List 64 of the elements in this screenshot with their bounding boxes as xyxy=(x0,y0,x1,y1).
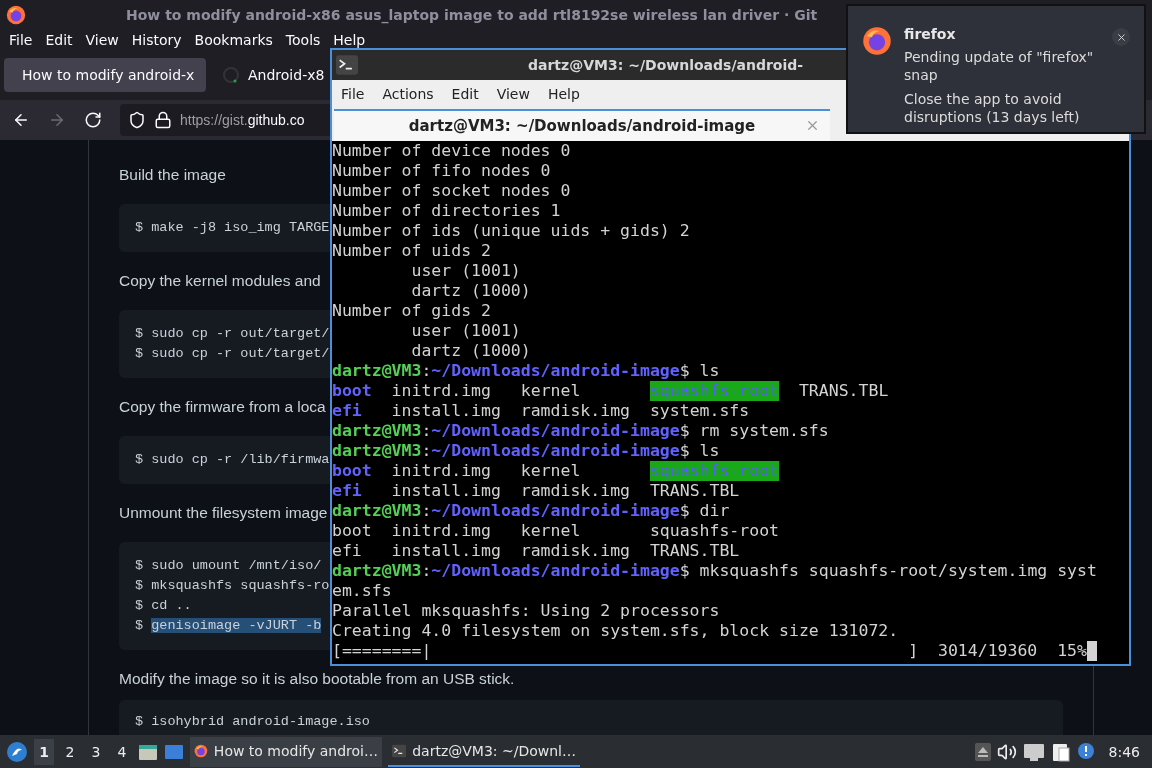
update-icon[interactable] xyxy=(1076,741,1097,762)
menu-item[interactable]: File xyxy=(336,86,370,101)
menu-item[interactable]: Edit xyxy=(40,33,78,47)
code-line: $ isohybrid android-image.iso xyxy=(135,713,370,731)
code-line: $ mksquashfs squashfs-ro xyxy=(135,577,330,595)
clock: 8:46 xyxy=(1108,743,1140,760)
terminal-icon xyxy=(392,742,407,759)
loading-icon xyxy=(222,66,240,84)
paragraph: Unmount the filesystem image xyxy=(119,503,328,523)
code-line: $ genisoimage -vJURT -b xyxy=(135,617,322,635)
notification-title: firefox xyxy=(904,26,957,42)
firefox-icon xyxy=(6,5,26,25)
menu-item[interactable]: View xyxy=(80,33,124,47)
close-icon xyxy=(1115,31,1127,43)
taskbar-item[interactable]: How to modify androi… xyxy=(190,736,382,767)
code-line: $ sudo umount /mnt/iso/ xyxy=(135,557,322,575)
close-icon[interactable] xyxy=(805,118,820,133)
paragraph: Build the image xyxy=(119,165,226,185)
shield-icon xyxy=(128,111,146,129)
taskbar-item[interactable]: dartz@VM3: ~/Downl… xyxy=(388,736,580,767)
desktop-icon[interactable] xyxy=(164,742,184,761)
code-line: $ make -j8 iso_img TARGE xyxy=(135,219,330,237)
terminal-output: Number of device nodes 0 Number of fifo nodes 0 Number of socket nodes 0 Number of directories 1 Number of ids (unique uids + gids) 2 Number of uids 2 user (1001) dartz (1000) Number of gids 2 user (1001) dartz (1000) dartz@VM3:~/Downloads/android-image$ ls boot initrd.img kernel squashfs-root TRANS.TBL efi install.img ramdisk.img system.sfs dartz@VM3:~/Downloads/android-image$ rm system.sfs dartz@VM3:~/Downloads/android-image$ ls boot initrd.img kernel squashfs-root efi install.img ramdisk.img TRANS.TBL dartz@VM3:~/Downloads/android-image$ dir boot initrd.img kernel squashfs-root efi install.img ramdisk.img TRANS.TBL dartz@VM3:~/Downloads/android-image$ mksquashfs squashfs-root/system.img syst em.sfs Parallel mksquashfs: Using 2 processors Creating 4.0 filesystem on system.sfs, block size 131072. [========| ] 3014/19360 15% xyxy=(332,141,1098,663)
menu-item[interactable]: History xyxy=(126,33,187,47)
reload-icon[interactable] xyxy=(84,111,102,129)
paragraph: Copy the firmware from a loca xyxy=(119,397,326,417)
cursor-icon xyxy=(1087,641,1097,661)
terminal-icon xyxy=(336,55,358,75)
network-icon[interactable] xyxy=(1022,742,1045,761)
notification-body: Close the app to avoid disruptions (13 days left) xyxy=(904,90,1081,126)
file-manager-icon[interactable] xyxy=(138,742,158,761)
forward-icon[interactable] xyxy=(48,111,66,129)
back-icon[interactable] xyxy=(12,111,30,129)
paragraph: Modify the image so it is also bootable from an USB stick. xyxy=(119,669,515,689)
start-menu-icon[interactable] xyxy=(6,740,28,763)
workspace-button[interactable]: 1 xyxy=(34,738,54,765)
menu-item[interactable]: Bookmarks xyxy=(189,33,278,47)
menu-item[interactable]: Tools xyxy=(280,33,326,47)
eject-icon[interactable] xyxy=(974,742,991,761)
lock-icon xyxy=(154,111,172,129)
notification-summary: Pending update of "firefox" snap xyxy=(904,48,1095,84)
workspace-button[interactable]: 3 xyxy=(86,738,106,765)
firefox-icon xyxy=(862,26,892,56)
code-line: $ sudo cp -r /lib/firmwa xyxy=(135,451,330,469)
close-button[interactable] xyxy=(1112,28,1130,46)
code-line: $ sudo cp -r out/target/ xyxy=(135,345,330,363)
window-title: dartz@VM3: ~/Downloads/android- xyxy=(528,57,804,73)
code-line: $ cd .. xyxy=(135,597,192,615)
paragraph: Copy the kernel modules and xyxy=(119,271,321,291)
volume-icon[interactable] xyxy=(996,741,1017,762)
clipboard-icon[interactable] xyxy=(1050,741,1071,762)
browser-tab[interactable]: How to modify android-x xyxy=(4,58,206,92)
menu-item[interactable]: File xyxy=(4,33,38,47)
workspace-button[interactable]: 4 xyxy=(112,738,132,765)
window-title: How to modify android-x86 asus_laptop image to add rtl8192se wireless lan driver · Git xyxy=(126,7,818,23)
terminal-tab[interactable]: dartz@VM3: ~/Downloads/android-image xyxy=(334,109,830,141)
menu-item[interactable]: View xyxy=(491,86,535,101)
menu-item[interactable]: Help xyxy=(542,86,585,101)
menu-item[interactable]: Edit xyxy=(446,86,484,101)
menu-item[interactable]: Help xyxy=(328,33,371,47)
workspace-button[interactable]: 2 xyxy=(60,738,80,765)
browser-tab[interactable]: Android-x8 xyxy=(212,58,335,92)
menu-item[interactable]: Actions xyxy=(377,86,439,101)
code-line: $ sudo cp -r out/target/ xyxy=(135,325,330,343)
